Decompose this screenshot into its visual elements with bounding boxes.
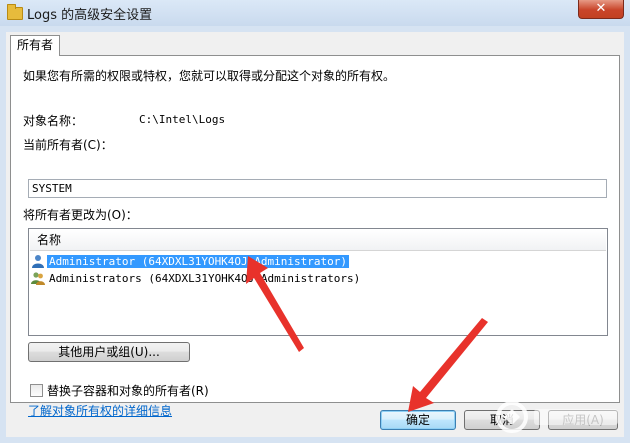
replace-owner-checkbox[interactable] — [30, 384, 43, 397]
intro-text: 如果您有所需的权限或特权，您就可以取得或分配这个对象的所有权。 — [23, 69, 396, 83]
replace-owner-label[interactable]: 替换子容器和对象的所有者(R) — [47, 382, 209, 399]
list-column-header[interactable]: 名称 — [30, 230, 606, 251]
column-name-label: 名称 — [37, 233, 62, 247]
folder-icon — [7, 4, 23, 20]
list-item-label: Administrators (64XDXL31YOHK4OJ\Administ… — [49, 272, 361, 285]
ok-button[interactable]: 确定 — [380, 410, 456, 430]
object-name-value: C:\Intel\Logs — [139, 113, 226, 126]
tab-owner[interactable]: 所有者 — [10, 35, 61, 56]
watermark-logo — [494, 397, 624, 437]
close-button[interactable]: ✕ — [578, 0, 624, 19]
user-icon — [32, 255, 44, 268]
dialog-body: 所有者 如果您有所需的权限或特权，您就可以取得或分配这个对象的所有权。 对象名称… — [6, 32, 624, 437]
change-owner-label: 将所有者更改为(O)： — [23, 208, 138, 222]
list-item-label: Administrator (64XDXL31YOHK4OJ\Administr… — [47, 255, 350, 268]
window-title: Logs 的高级安全设置 — [27, 8, 153, 23]
users-group-icon — [31, 272, 45, 285]
current-owner-field[interactable]: SYSTEM — [28, 179, 607, 198]
other-users-button[interactable]: 其他用户或组(U)... — [28, 342, 190, 362]
owner-panel: 如果您有所需的权限或特权，您就可以取得或分配这个对象的所有权。 对象名称： C:… — [10, 55, 620, 418]
list-item[interactable]: Administrator (64XDXL31YOHK4OJ\Administr… — [31, 254, 350, 270]
list-item[interactable]: Administrators (64XDXL31YOHK4OJ\Administ… — [31, 271, 362, 287]
owner-list[interactable]: 名称 Administrator (64XDXL31YOHK4OJ\Admini… — [28, 228, 608, 336]
title-bar: Logs 的高级安全设置 ✕ — [0, 0, 630, 26]
object-name-label: 对象名称： — [23, 114, 84, 128]
ownership-help-link[interactable]: 了解对象所有权的详细信息 — [28, 402, 172, 419]
current-owner-label: 当前所有者(C)： — [23, 138, 113, 152]
